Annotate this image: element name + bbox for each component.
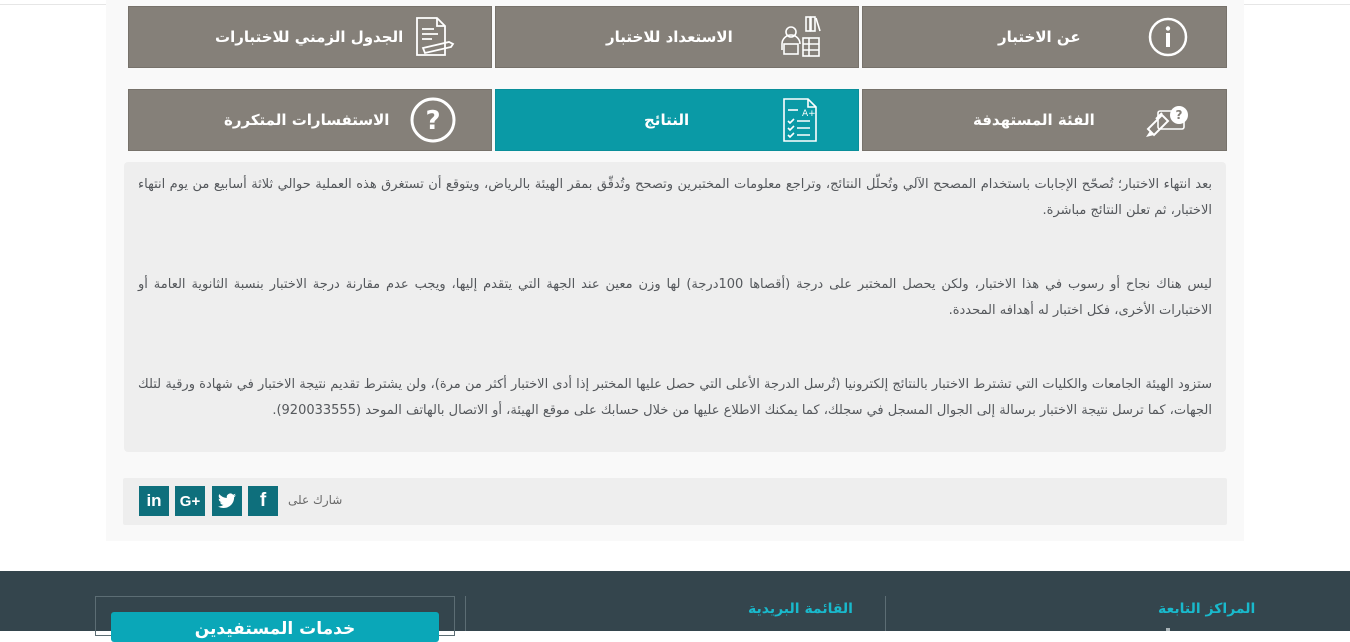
tab-label: الاستعداد للاختبار [606,28,733,46]
tab-results[interactable]: A+ النتائج [495,89,859,151]
tab-faq[interactable]: ? الاستفسارات المتكررة [128,89,492,151]
tab-test-preparation[interactable]: الاستعداد للاختبار [495,6,859,68]
share-label: شارك على [288,493,343,507]
beneficiary-services-button[interactable]: خدمات المستفيدين [111,612,439,642]
results-paragraph: بعد انتهاء الاختبار؛ تُصحّح الإجابات باس… [138,177,1212,218]
footer-divider [885,596,886,631]
svg-text:?: ? [1176,108,1183,122]
tab-label: عن الاختبار [998,28,1081,46]
google-plus-icon[interactable]: G+ [175,486,205,516]
footer-divider [465,596,466,631]
tab-target-group[interactable]: ? الفئة المستهدفة [862,89,1227,151]
svg-text:?: ? [425,106,440,136]
tab-label: الفئة المستهدفة [973,111,1095,129]
info-icon [1140,13,1196,61]
results-paragraph: ليس هناك نجاح أو رسوب في هذا الاختبار، و… [138,277,1212,318]
tab-label: النتائج [644,111,690,129]
question-icon: ? [405,96,461,144]
mailing-list-heading: القائمة البريدية [748,601,853,617]
target-question-icon: ? [1140,96,1196,144]
document-pen-icon [405,13,461,61]
tab-label: الاستفسارات المتكررة [224,111,390,129]
affiliated-centers-heading: المراكز التابعة [1158,601,1256,617]
linkedin-icon[interactable]: in [139,486,169,516]
tab-label: الجدول الزمني للاختبارات [215,28,404,46]
svg-text:A+: A+ [802,109,816,119]
study-icon [772,13,828,61]
results-content: بعد انتهاء الاختبار؛ تُصحّح الإجابات باس… [124,162,1226,452]
twitter-icon[interactable] [212,486,242,516]
tab-test-schedule[interactable]: الجدول الزمني للاختبارات [128,6,492,68]
facebook-icon[interactable]: f [248,486,278,516]
tab-about-test[interactable]: عن الاختبار [862,6,1227,68]
results-paragraph: ستزود الهيئة الجامعات والكليات التي تشتر… [138,377,1212,418]
results-checklist-icon: A+ [772,96,828,144]
